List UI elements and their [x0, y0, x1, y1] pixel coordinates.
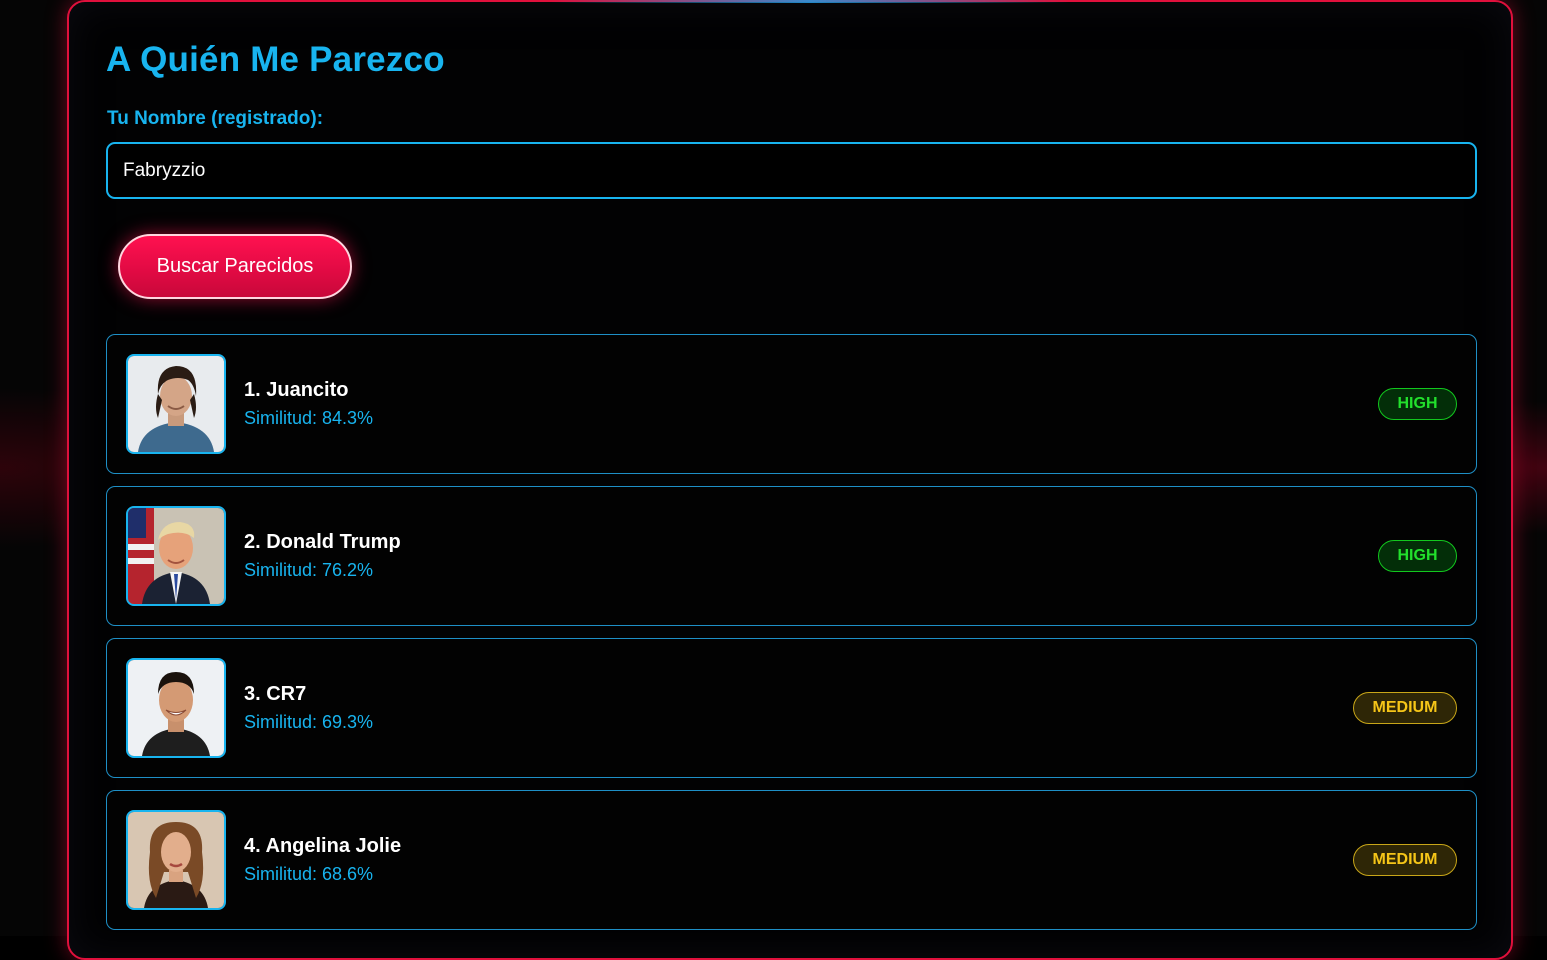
panel-top-accent [549, 0, 1069, 3]
result-name: 1. Juancito [244, 379, 349, 401]
result-name: 4. Angelina Jolie [244, 835, 402, 857]
result-similarity: Similitud: 84.3% [244, 408, 374, 428]
person-photo-icon [126, 810, 226, 910]
result-card[interactable]: 2. Donald Trump Similitud: 76.2% HIGH [106, 486, 1477, 626]
result-name: 2. Donald Trump [244, 531, 401, 553]
page-title: A Quién Me Parezco [106, 40, 445, 79]
result-similarity: Similitud: 68.6% [244, 864, 374, 884]
result-similarity: Similitud: 76.2% [244, 560, 374, 580]
main-panel: A Quién Me Parezco Tu Nombre (registrado… [67, 0, 1513, 960]
result-similarity: Similitud: 69.3% [244, 712, 374, 732]
match-level-badge: HIGH [1378, 388, 1457, 420]
name-input[interactable] [106, 142, 1477, 199]
search-similar-button[interactable]: Buscar Parecidos [118, 234, 352, 299]
results-list: 1. Juancito Similitud: 84.3% HIGH 2. Don… [106, 334, 1477, 942]
result-card[interactable]: 1. Juancito Similitud: 84.3% HIGH [106, 334, 1477, 474]
result-name: 3. CR7 [244, 683, 307, 705]
person-photo-icon [126, 658, 226, 758]
match-level-badge: HIGH [1378, 540, 1457, 572]
person-photo-icon [126, 506, 226, 606]
match-level-badge: MEDIUM [1353, 844, 1457, 876]
result-card[interactable]: 3. CR7 Similitud: 69.3% MEDIUM [106, 638, 1477, 778]
person-photo-icon [126, 354, 226, 454]
name-field-label: Tu Nombre (registrado): [107, 108, 324, 129]
match-level-badge: MEDIUM [1353, 692, 1457, 724]
result-card[interactable]: 4. Angelina Jolie Similitud: 68.6% MEDIU… [106, 790, 1477, 930]
